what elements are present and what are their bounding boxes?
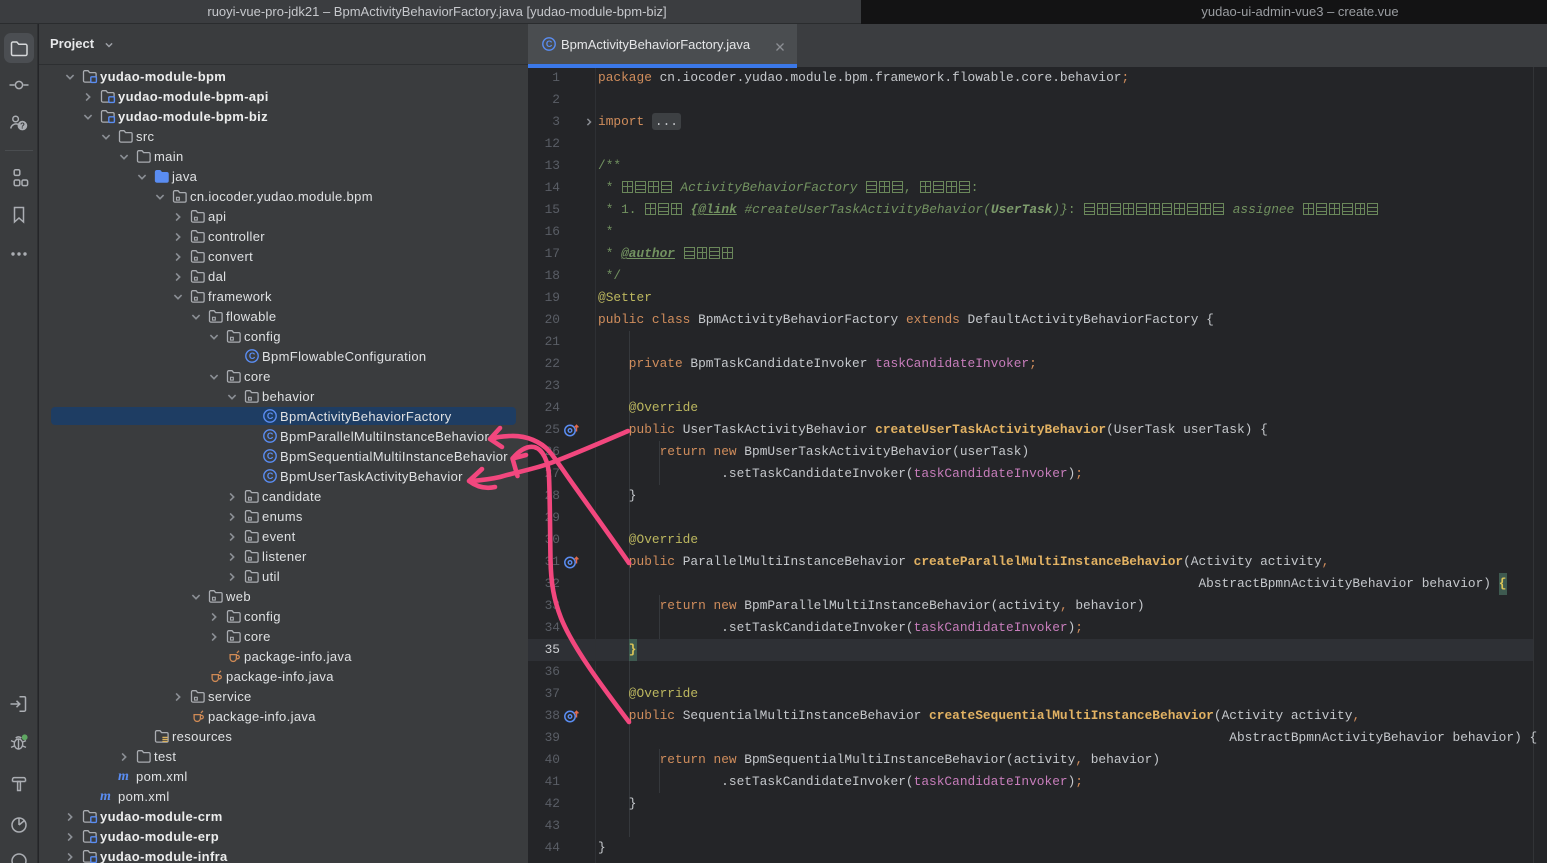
svg-text:C: C xyxy=(546,39,553,49)
svg-text:C: C xyxy=(267,411,274,421)
svg-text:C: C xyxy=(249,351,256,361)
svg-text:C: C xyxy=(267,471,274,481)
svg-text:C: C xyxy=(267,431,274,441)
svg-text:C: C xyxy=(267,451,274,461)
